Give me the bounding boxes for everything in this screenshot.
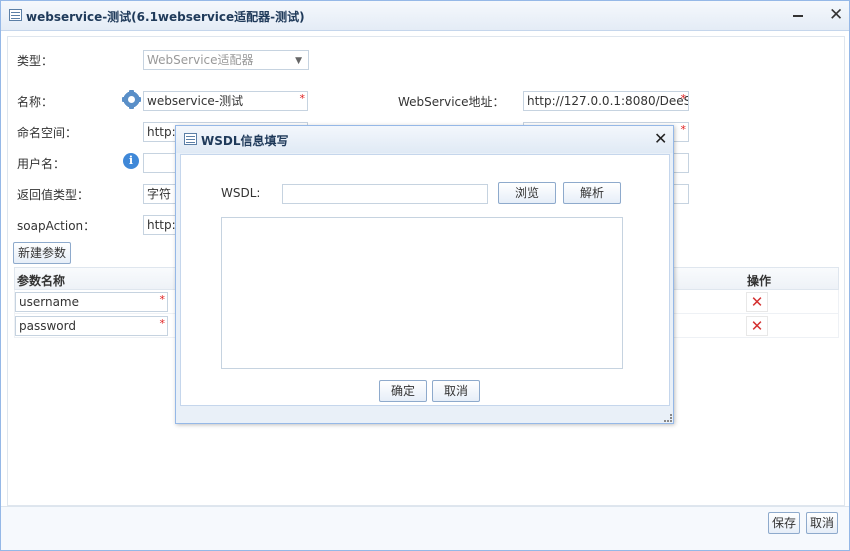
return-type-label: 返回值类型：	[17, 188, 90, 202]
window-title: webservice-测试(6.1webservice适配器-测试)	[26, 10, 305, 24]
name-input[interactable]: webservice-测试 *	[143, 91, 308, 111]
wsdl-textarea[interactable]	[221, 217, 623, 369]
param-name-value: username	[19, 295, 79, 309]
return-type-value: 字符	[147, 187, 172, 201]
resize-handle[interactable]	[664, 414, 672, 422]
dialog-body: WSDL: 浏览 解析 确定 取消	[180, 154, 670, 406]
ok-button[interactable]: 确定	[379, 380, 427, 402]
dialog-title: WSDL信息填写	[201, 134, 289, 148]
delete-icon[interactable]: ✕	[746, 316, 768, 336]
close-icon[interactable]: ✕	[829, 5, 843, 25]
delete-icon[interactable]: ✕	[746, 292, 768, 312]
name-label: 名称：	[17, 95, 54, 109]
type-select-value: WebService适配器	[147, 53, 254, 67]
cancel-button[interactable]: 取消	[806, 512, 838, 534]
info-icon[interactable]: i	[123, 153, 139, 169]
col-action: 操作	[747, 274, 772, 288]
window-footer	[1, 506, 849, 550]
dialog-cancel-button[interactable]: 取消	[432, 380, 480, 402]
save-button[interactable]: 保存	[768, 512, 800, 534]
name-input-value: webservice-测试	[147, 94, 244, 108]
window-icon	[184, 133, 197, 145]
window-titlebar: webservice-测试(6.1webservice适配器-测试) ✕	[1, 1, 849, 31]
param-name-value: password	[19, 319, 76, 333]
browse-button[interactable]: 浏览	[498, 182, 556, 204]
col-param-name: 参数名称	[17, 274, 66, 288]
required-mark: *	[299, 92, 306, 105]
gear-icon[interactable]	[122, 90, 141, 109]
namespace-label: 命名空间：	[17, 126, 78, 140]
username-label: 用户名：	[17, 157, 66, 171]
ws-address-label: WebService地址：	[398, 95, 505, 109]
new-param-button[interactable]: 新建参数	[13, 242, 71, 264]
close-icon[interactable]: ✕	[654, 129, 667, 149]
parse-button[interactable]: 解析	[563, 182, 621, 204]
minimize-icon[interactable]	[793, 15, 803, 17]
required-mark: *	[680, 123, 687, 136]
ws-address-value: http://127.0.0.1:8080/DeeServ	[527, 94, 688, 108]
param-name-input[interactable]: username *	[15, 292, 168, 312]
wsdl-input[interactable]	[282, 184, 488, 204]
wsdl-dialog: WSDL信息填写 ✕ WSDL: 浏览 解析 确定 取消	[175, 125, 674, 424]
type-label: 类型：	[17, 54, 54, 68]
required-mark: *	[680, 92, 687, 105]
dialog-titlebar[interactable]: WSDL信息填写 ✕	[176, 126, 673, 153]
chevron-down-icon: ▼	[295, 56, 302, 66]
ws-address-input[interactable]: http://127.0.0.1:8080/DeeServ *	[523, 91, 689, 111]
required-mark: *	[159, 317, 166, 330]
type-select[interactable]: WebService适配器 ▼	[143, 50, 309, 70]
wsdl-label: WSDL:	[221, 186, 261, 200]
param-name-input[interactable]: password *	[15, 316, 168, 336]
soap-action-label: soapAction：	[17, 219, 96, 233]
required-mark: *	[159, 293, 166, 306]
window-icon	[9, 9, 22, 21]
